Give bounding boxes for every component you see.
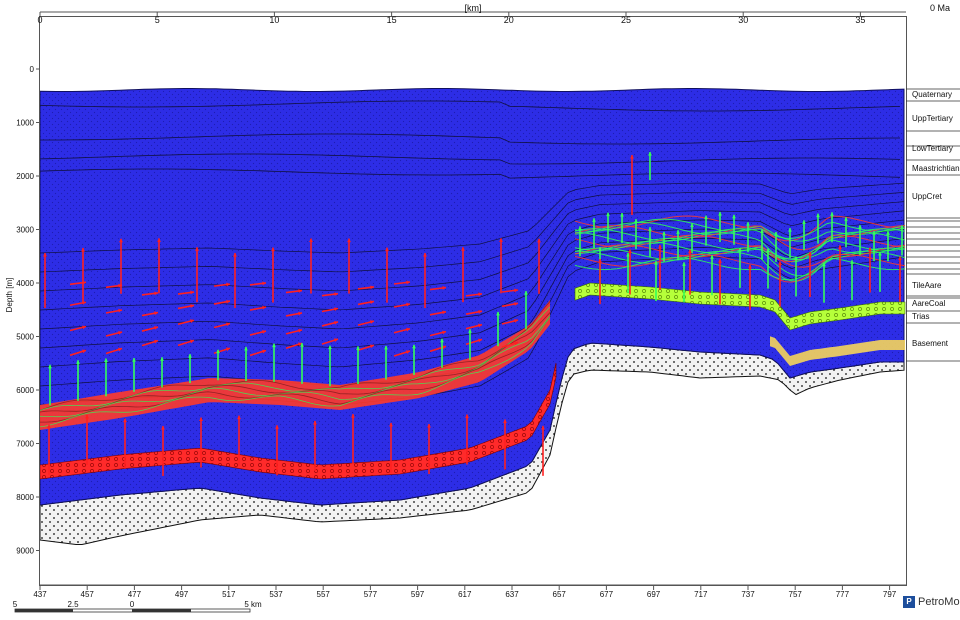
depth-tick-label: 9000 — [16, 547, 34, 556]
layer-label-tileaare: TileAare — [912, 281, 942, 290]
depth-tick-label: 2000 — [16, 172, 34, 181]
bottom-tick-label: 697 — [647, 590, 661, 599]
layer-legend: Quaternary UppTertiary LowTertiary Maast… — [912, 90, 960, 348]
top-tick-label: 35 — [855, 15, 865, 25]
bottom-tick-label: 457 — [81, 590, 95, 599]
time-label: 0 Ma — [930, 3, 950, 13]
top-tick-label: 5 — [155, 15, 160, 25]
scale-bar: 5 2.5 0 5 km — [13, 600, 262, 613]
bottom-tick-label: 717 — [694, 590, 708, 599]
bottom-tick-label: 637 — [505, 590, 519, 599]
top-axis-unit-label: [km] — [465, 3, 482, 13]
scale-tick-0: 0 — [130, 600, 135, 609]
depth-tick-label: 4000 — [16, 279, 34, 288]
bottom-tick-label: 617 — [458, 590, 472, 599]
top-tick-label: 10 — [269, 15, 279, 25]
bottom-axis-ticks: 437 457 477 497 517 537 557 577 597 617 637 657 677 6… — [33, 585, 897, 599]
depth-tick-label: 5000 — [16, 333, 34, 342]
bottom-tick-label: 497 — [175, 590, 189, 599]
layer-label-upptertiary: UppTertiary — [912, 114, 953, 123]
petromod-brand: P PetroMod — [903, 596, 960, 608]
top-tick-label: 20 — [504, 15, 514, 25]
brand-label: PetroMod — [918, 596, 960, 608]
top-tick-label: 15 — [387, 15, 397, 25]
petromod-cross-section-view: 0 5 10 15 20 25 30 35 [km] 0 Ma 0 1000 2000 3000 40… — [0, 0, 960, 617]
section-plot[interactable]: 0 5 10 15 20 25 30 35 [km] 0 Ma 0 1000 2000 3000 40… — [0, 0, 960, 617]
depth-tick-label: 1000 — [16, 119, 34, 128]
layer-label-maastrichtian: Maastrichtian — [912, 164, 960, 173]
scale-tick-5km: 5 km — [244, 600, 262, 609]
bottom-tick-label: 777 — [836, 590, 850, 599]
top-tick-label: 0 — [37, 15, 42, 25]
layer-label-trias: Trias — [912, 312, 929, 321]
scale-tick-2-5: 2.5 — [67, 600, 79, 609]
bottom-tick-label: 797 — [883, 590, 897, 599]
bottom-tick-label: 757 — [789, 590, 803, 599]
bottom-tick-label: 517 — [222, 590, 236, 599]
depth-axis-ticks: 0 1000 2000 3000 4000 5000 6000 7000 8000 9000 — [16, 65, 40, 556]
petromod-logo-icon: P — [903, 596, 915, 608]
bottom-tick-label: 657 — [553, 590, 567, 599]
layer-label-basement: Basement — [912, 339, 949, 348]
top-tick-label: 30 — [738, 15, 748, 25]
bottom-tick-label: 477 — [128, 590, 142, 599]
bottom-tick-label: 737 — [741, 590, 755, 599]
bottom-tick-label: 557 — [317, 590, 331, 599]
layer-label-lowtertiary: LowTertiary — [912, 144, 953, 153]
depth-tick-label: 0 — [30, 65, 35, 74]
bottom-tick-label: 677 — [600, 590, 614, 599]
depth-tick-label: 8000 — [16, 493, 34, 502]
layer-label-aarecoal: AareCoal — [912, 299, 946, 308]
layer-label-quaternary: Quaternary — [912, 90, 952, 99]
depth-tick-label: 6000 — [16, 386, 34, 395]
bottom-tick-label: 577 — [364, 590, 378, 599]
bottom-tick-label: 537 — [269, 590, 283, 599]
depth-axis-label: Depth [m] — [5, 278, 14, 313]
top-tick-label: 25 — [621, 15, 631, 25]
layer-label-uppcret: UppCret — [912, 192, 943, 201]
bottom-tick-label: 437 — [33, 590, 47, 599]
bottom-tick-label: 597 — [411, 590, 425, 599]
depth-tick-label: 3000 — [16, 226, 34, 235]
depth-tick-label: 7000 — [16, 440, 34, 449]
scale-tick-5-left: 5 — [13, 600, 18, 609]
